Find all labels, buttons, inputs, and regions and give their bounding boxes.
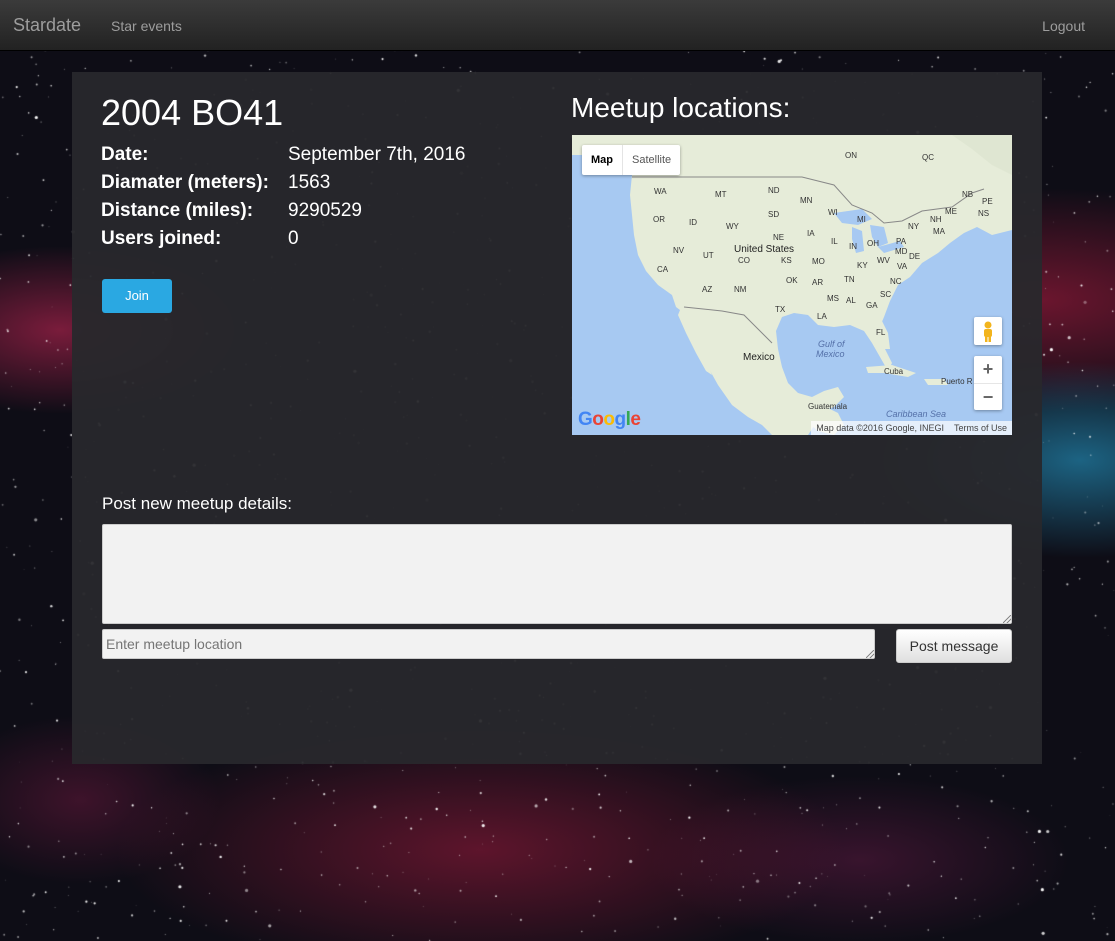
logout-link[interactable]: Logout (1042, 18, 1085, 34)
map-label: IN (849, 242, 857, 251)
map-label: NC (890, 277, 902, 286)
map-type-satellite-button[interactable]: Satellite (622, 145, 680, 175)
zoom-in-button[interactable]: + (974, 356, 1002, 384)
map-label: UT (703, 251, 714, 260)
map-title: Meetup locations: (571, 92, 791, 123)
map-label: OK (786, 276, 798, 285)
map-label-sea: Mexico (816, 349, 845, 359)
map-label: FL (876, 328, 886, 337)
map-label: WI (828, 208, 838, 217)
map-label: ME (945, 207, 957, 216)
map-label: VA (897, 262, 908, 271)
detail-label: Users joined: (101, 228, 222, 249)
map-label: IA (807, 229, 815, 238)
map-data-credit: Map data ©2016 Google, INEGI (816, 423, 944, 433)
map-label: NS (978, 209, 990, 218)
detail-value: September 7th, 2016 (288, 144, 466, 165)
map-label: AR (812, 278, 824, 287)
map-label: NB (962, 190, 974, 199)
map-label: TX (775, 305, 786, 314)
map-type-map-button[interactable]: Map (582, 145, 622, 175)
map-label-country: Mexico (743, 352, 775, 363)
map-label: NM (734, 285, 747, 294)
map-label: SD (768, 210, 780, 219)
map-label: IL (831, 237, 838, 246)
map-label: KY (857, 261, 868, 270)
map-label: AZ (702, 285, 713, 294)
map-label: OR (653, 215, 665, 224)
map-label: QC (922, 153, 934, 162)
map-label: KS (781, 256, 792, 265)
zoom-control: + − (974, 356, 1002, 410)
detail-label: Distance (miles): (101, 200, 254, 221)
map-label: MI (857, 215, 866, 224)
map-label: LA (817, 312, 827, 321)
map-label: MT (715, 190, 727, 199)
zoom-out-button[interactable]: − (974, 384, 1002, 411)
map-label: WV (877, 256, 890, 265)
detail-value: 9290529 (288, 200, 362, 221)
map-attribution: Map data ©2016 Google, INEGI Terms of Us… (811, 421, 1012, 435)
detail-value: 1563 (288, 172, 331, 193)
map-type-control: Map Satellite (582, 145, 681, 175)
detail-label: Diamater (meters): (101, 172, 269, 193)
map-label-sea: Caribbean Sea (886, 409, 947, 419)
meetup-map[interactable]: ON QC NB PE NS ME WA MT ND MN OR ID SD W… (572, 135, 1012, 435)
nav-star-events[interactable]: Star events (111, 18, 182, 34)
map-label-country: United States (734, 244, 795, 255)
map-label: GA (866, 301, 878, 310)
map-label: WA (654, 187, 667, 196)
map-label: MO (812, 257, 825, 266)
map-label: Cuba (884, 367, 904, 376)
join-button[interactable]: Join (102, 279, 172, 313)
map-label: CO (738, 256, 750, 265)
navbar: Stardate Star events Logout (0, 0, 1115, 51)
meetup-details-textarea[interactable] (102, 524, 1012, 624)
map-tiles (572, 135, 1012, 435)
detail-label: Date: (101, 144, 149, 165)
map-label: ID (689, 218, 697, 227)
map-label: SC (880, 290, 892, 299)
asteroid-panel: 2004 BO41 Date: September 7th, 2016 Diam… (72, 72, 1042, 764)
map-label: PA (896, 237, 907, 246)
map-label: MS (827, 294, 839, 303)
google-logo: Google (578, 409, 641, 430)
map-label: NV (673, 246, 685, 255)
map-label: MA (933, 227, 945, 236)
map-label-sea: Gulf of (818, 339, 845, 349)
map-label: ND (768, 186, 780, 195)
map-label: MD (895, 247, 908, 256)
post-message-button[interactable]: Post message (896, 629, 1012, 663)
map-label: NE (773, 233, 785, 242)
map-label: AL (846, 296, 856, 305)
meetup-location-input[interactable] (102, 629, 875, 659)
street-view-pegman-icon[interactable] (974, 317, 1002, 345)
map-label: Guatemala (808, 402, 848, 411)
map-label: NY (908, 222, 920, 231)
map-label: OH (867, 239, 879, 248)
map-label: PE (982, 197, 993, 206)
map-label: CA (657, 265, 669, 274)
map-label: Puerto R (941, 377, 973, 386)
detail-value: 0 (288, 228, 299, 249)
map-label: MN (800, 196, 813, 205)
map-label: TN (844, 275, 855, 284)
map-label: DE (909, 252, 921, 261)
asteroid-name: 2004 BO41 (101, 92, 284, 133)
brand-link[interactable]: Stardate (13, 15, 81, 36)
terms-of-use-link[interactable]: Terms of Use (949, 421, 1012, 435)
post-details-label: Post new meetup details: (102, 494, 292, 513)
map-label: WY (726, 222, 739, 231)
map-label: NH (930, 215, 942, 224)
map-label: ON (845, 151, 857, 160)
